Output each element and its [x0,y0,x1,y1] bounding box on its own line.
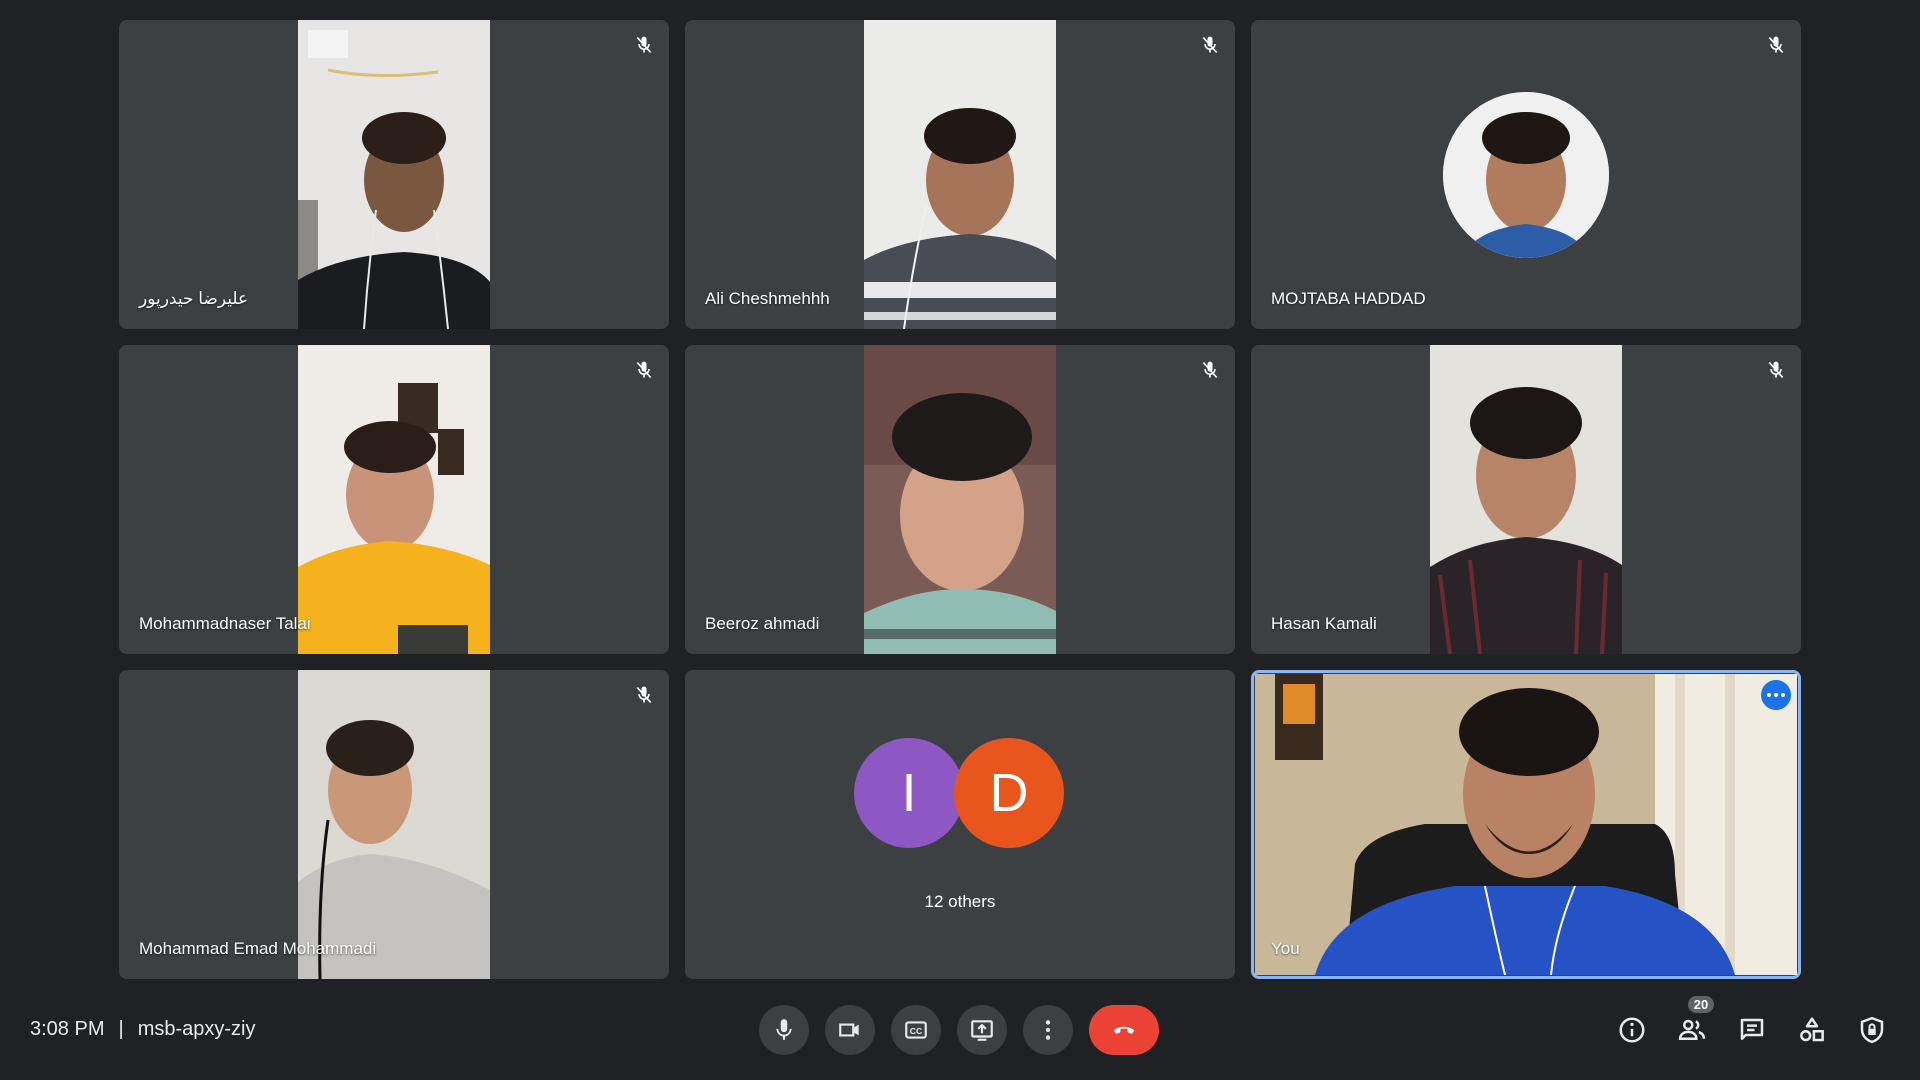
mic-off-icon [1763,357,1789,383]
end-call-icon [1114,1026,1134,1034]
host-controls-button[interactable] [1854,1012,1890,1048]
participant-tile[interactable]: Hasan Kamali [1251,345,1801,654]
microphone-icon [776,1019,792,1040]
participant-name: علیرضا حیدرپور [139,289,249,308]
participant-name: Beeroz ahmadi [705,614,820,633]
participant-tile[interactable]: MOJTABA HADDAD [1251,20,1801,329]
participant-count-badge: 20 [1688,996,1714,1013]
chat-icon [1740,1018,1764,1040]
camera-button[interactable] [825,1005,875,1055]
meeting-details-button[interactable] [1614,1012,1650,1048]
participant-video [298,345,490,654]
people-icon [1678,1019,1706,1040]
participant-tile[interactable]: Mohammadnaser Talai [119,345,669,654]
microphone-button[interactable] [759,1005,809,1055]
participant-name: You [1271,939,1300,958]
info-icon [1619,1017,1645,1043]
more-options-button[interactable] [1023,1005,1073,1055]
side-panel-buttons: 20 [1614,996,1890,1048]
self-video [1255,674,1797,975]
avatar: D [954,738,1064,848]
avatar-initial: I [901,763,917,823]
participant-tile[interactable]: علیرضا حیدرپور [119,20,669,329]
mic-off-icon [1197,32,1223,58]
participant-tile[interactable]: Beeroz ahmadi [685,345,1235,654]
participant-video [864,345,1056,654]
others-tile[interactable]: I D 12 others [685,670,1235,979]
captions-button[interactable]: CC [891,1005,941,1055]
participant-name: Hasan Kamali [1271,614,1377,633]
activities-button[interactable] [1794,1012,1830,1048]
participant-name: Ali Cheshmehhh [705,289,830,308]
video-grid: علیرضا حیدرپور Ali Cheshmehhh MOJTABA HA… [119,20,1801,979]
present-screen-icon [971,1020,993,1041]
participant-video [1430,345,1622,654]
participant-tile[interactable]: Ali Cheshmehhh [685,20,1235,329]
participants-button[interactable]: 20 [1674,996,1714,1048]
avatar-initial: D [989,763,1029,823]
mic-off-icon [631,357,657,383]
present-button[interactable] [957,1005,1007,1055]
camera-icon [839,1023,859,1037]
others-count-label: 12 others [924,892,996,911]
participant-video [298,670,490,979]
self-tile[interactable]: You [1251,670,1801,979]
activities-icon [1800,1017,1824,1042]
meeting-info-separator: | [118,1018,124,1040]
meeting-code: msb-apxy-ziy [137,1018,256,1040]
participant-video [864,20,1056,329]
participant-name: MOJTABA HADDAD [1271,289,1426,308]
call-controls: CC [759,1005,1159,1055]
captions-icon: CC [905,1021,927,1039]
mic-off-icon [1763,32,1789,58]
participant-name: Mohammadnaser Talai [139,614,311,633]
chat-button[interactable] [1734,1012,1770,1048]
shield-lock-icon [1860,1016,1884,1044]
bottom-toolbar: 3:08 PM | msb-apxy-ziy CC 20 [0,980,1920,1080]
meeting-time: 3:08 PM [30,1018,105,1040]
mic-off-icon [631,32,657,58]
more-options-icon [1045,1020,1051,1040]
participant-tile[interactable]: Mohammad Emad Mohammadi [119,670,669,979]
others-avatar-stack: I D [854,738,1066,848]
mic-off-icon [1197,357,1223,383]
participant-video [298,20,490,329]
more-options-icon[interactable] [1761,680,1791,710]
svg-text:CC: CC [910,1026,923,1036]
participant-name: Mohammad Emad Mohammadi [139,939,377,958]
mic-off-icon [631,682,657,708]
meeting-info: 3:08 PM | msb-apxy-ziy [30,1018,255,1041]
avatar [1443,92,1609,258]
avatar: I [854,738,964,848]
end-call-button[interactable] [1089,1005,1159,1055]
